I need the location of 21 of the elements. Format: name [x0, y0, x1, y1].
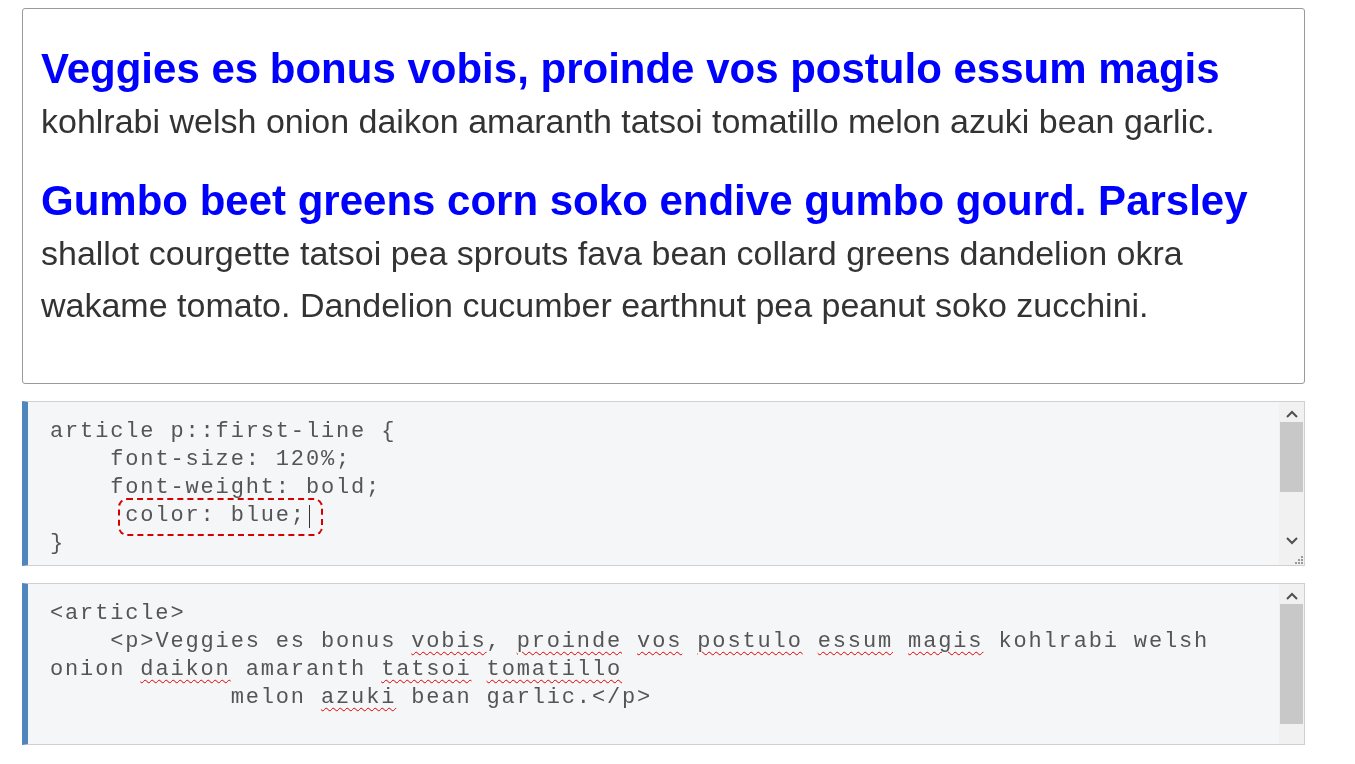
- code-line: melon azuki bean garlic.</p>: [230, 685, 653, 710]
- code-line: article p::first-line {: [50, 419, 397, 444]
- scrollbar-thumb[interactable]: [1280, 422, 1303, 492]
- scrollbar[interactable]: [1279, 584, 1304, 744]
- scrollbar-thumb[interactable]: [1280, 604, 1303, 724]
- code-editor[interactable]: article p::first-line { font-size: 120%; font-weight: bold; color: blue; }: [22, 401, 1305, 566]
- code-line: onion daikon amaranth tatsoi tomatillo: [50, 657, 623, 682]
- code-line: <p>Veggies es bonus vobis, proinde vos postulo essum magis kohlrabi welsh: [110, 629, 1210, 654]
- code-line: font-size: 120%;: [110, 447, 352, 472]
- scroll-up-icon[interactable]: [1285, 592, 1298, 600]
- code-editor[interactable]: <article> <p>Veggies es bonus vobis, proinde vos postulo essum magis kohlrabi welsh onion daikon amaranth tatsoi tomatillo melon azuki bean garlic.</p>: [22, 583, 1305, 745]
- paragraph: Veggies es bonus vobis, proinde vos postulo essum magis kohlrabi welsh onion daikon amaranth tatsoi tomatillo melon azuki bean garlic.: [41, 44, 1221, 142]
- code-line: color: blue;: [125, 503, 306, 528]
- code-line: }: [50, 531, 66, 556]
- scroll-down-icon[interactable]: [1285, 537, 1298, 545]
- scroll-up-icon[interactable]: [1285, 410, 1298, 418]
- code-line: font-weight: bold;: [110, 475, 382, 500]
- scrollbar[interactable]: [1279, 402, 1304, 565]
- paragraph: Gumbo beet greens corn soko endive gumbo gourd. Parsley shallot courgette tatsoi pea sprouts fava bean collard greens dandelion okra wakame tomato. Dandelion cucumber earthnut pea peanut soko zucchini.: [41, 176, 1249, 326]
- resize-grip-icon[interactable]: [1293, 554, 1303, 564]
- code-line: <article>: [50, 601, 186, 626]
